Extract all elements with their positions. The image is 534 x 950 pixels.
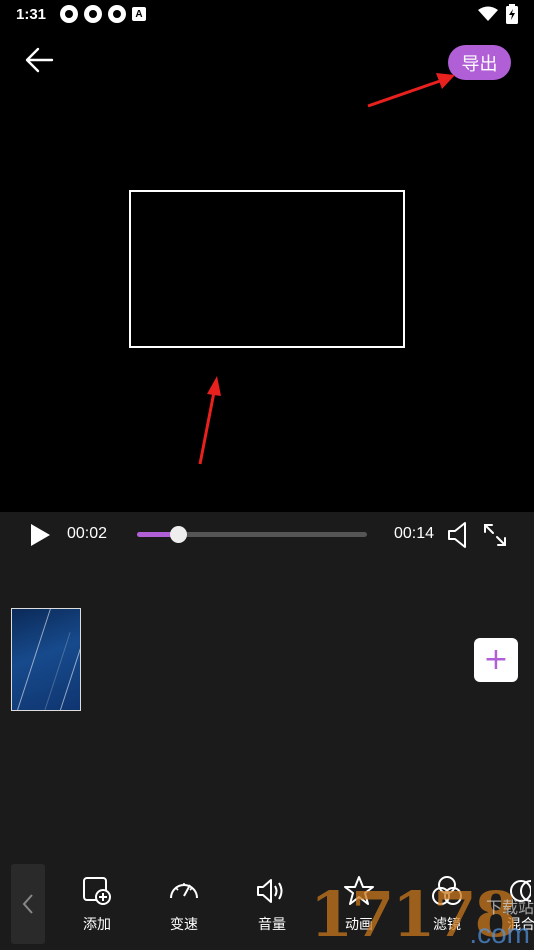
add-media-icon	[83, 877, 111, 905]
wifi-icon	[478, 6, 498, 21]
video-frame[interactable]	[129, 190, 405, 348]
player-bar: 00:02 00:14	[0, 512, 534, 558]
clip-timeline: +	[0, 558, 534, 864]
tool-volume[interactable]: 音量	[242, 874, 302, 944]
notification-icons: A	[60, 5, 147, 23]
filter-circles-icon	[432, 876, 462, 905]
chevron-left-icon	[22, 894, 33, 914]
status-bar: 1:31 A	[0, 0, 534, 28]
tool-label: 滤镜	[433, 917, 461, 933]
video-clip-thumbnail[interactable]	[11, 608, 81, 711]
tool-label: 添加	[83, 917, 111, 933]
tool-add[interactable]: 添加	[67, 874, 127, 944]
export-button[interactable]: 导出	[448, 45, 511, 80]
play-icon[interactable]	[28, 522, 52, 548]
blend-icon	[510, 880, 531, 902]
aperture-icon	[60, 5, 79, 23]
total-time: 00:14	[394, 525, 435, 542]
status-time: 1:31	[16, 5, 47, 23]
progress-knob[interactable]	[170, 526, 188, 543]
arrow-left-icon[interactable]	[24, 44, 56, 76]
star-icon	[344, 876, 374, 905]
battery-icon	[506, 4, 518, 24]
tool-label: 动画	[345, 917, 373, 933]
fullscreen-icon[interactable]	[482, 522, 508, 548]
toolbar-back-button[interactable]	[11, 864, 45, 944]
tool-animation[interactable]: 动画	[329, 874, 389, 944]
speedometer-icon	[170, 883, 198, 899]
aperture-icon	[84, 5, 103, 23]
edit-toolbar: 添加 变速 音量 动画 滤镜 混合	[0, 864, 534, 950]
tool-label: 变速	[170, 917, 198, 933]
volume-icon	[257, 879, 283, 903]
tool-speed[interactable]: 变速	[154, 874, 214, 944]
volume-icon[interactable]	[447, 521, 471, 549]
add-clip-button[interactable]: +	[474, 638, 518, 682]
a-icon: A	[132, 7, 147, 21]
progress-slider[interactable]	[137, 526, 367, 543]
tool-label: 音量	[258, 917, 286, 933]
tool-filter[interactable]: 滤镜	[417, 874, 477, 944]
current-time: 00:02	[67, 525, 108, 542]
aperture-icon	[108, 5, 127, 23]
tool-blend[interactable]: 混合	[497, 874, 534, 944]
tool-label: 混合	[507, 917, 534, 933]
